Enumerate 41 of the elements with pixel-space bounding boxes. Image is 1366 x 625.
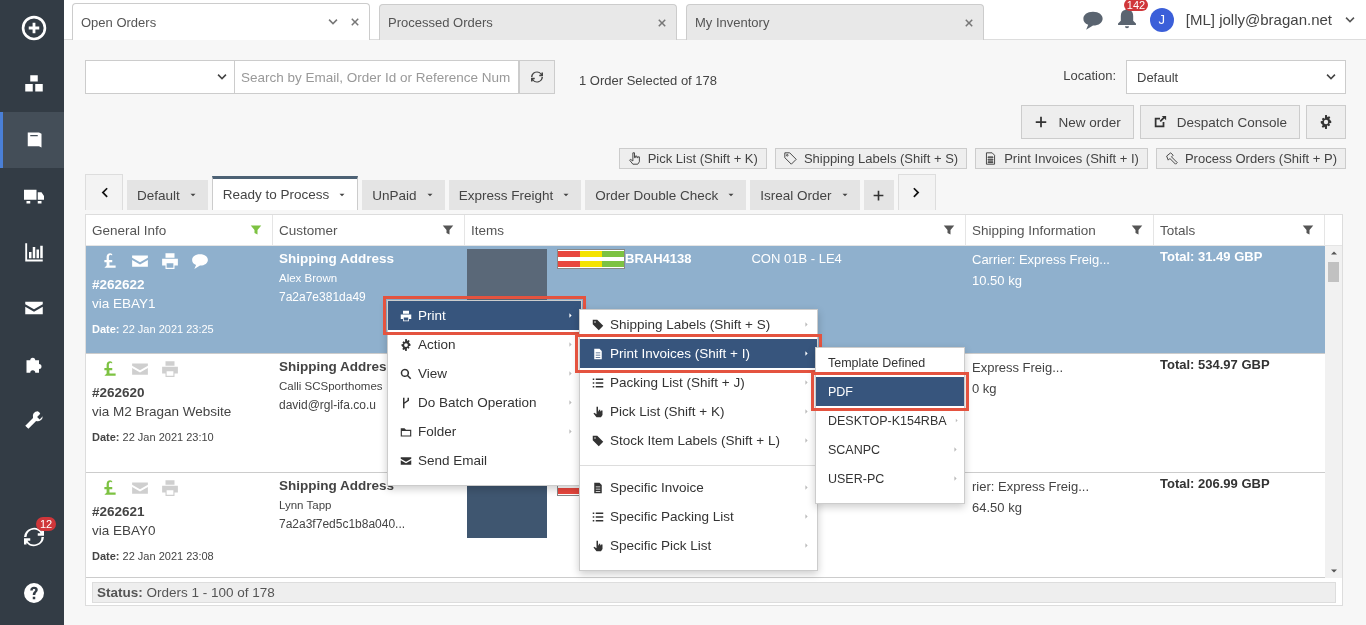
order-date: Date: 22 Jan 2021 23:08 bbox=[92, 550, 214, 562]
shipping-text: Express Freig... bbox=[972, 360, 1064, 375]
order-total: Total: 206.99 GBP bbox=[1160, 476, 1270, 491]
bin-location: CON 01B - LE4 bbox=[751, 251, 842, 266]
order-number: #262620 bbox=[92, 385, 145, 400]
order-number: #262622 bbox=[92, 277, 145, 292]
notification-badge: 142 bbox=[1123, 0, 1149, 11]
address-heading: Shipping Address bbox=[279, 251, 394, 266]
shipping-text: rier: Express Freig... bbox=[972, 479, 1090, 494]
order-date: Date: 22 Jan 2021 23:10 bbox=[92, 431, 214, 443]
customer-detail: david@rgl-ifa.co.u bbox=[279, 398, 376, 412]
customer-detail: 7a2a7e381da49 bbox=[279, 290, 366, 304]
column-label: Shipping Information bbox=[972, 222, 1096, 238]
tab-label: Processed Orders bbox=[388, 15, 494, 30]
shipping-text: 0 kg bbox=[972, 381, 997, 396]
shipping-text: 64.50 kg bbox=[972, 500, 1022, 515]
order-date: Date: 22 Jan 2021 23:25 bbox=[92, 323, 214, 335]
customer-detail: 7a2a3f7ed5c1b8a040... bbox=[279, 517, 406, 531]
customer-name: Lynn Tapp bbox=[279, 499, 332, 511]
selection-count: 1 Order Selected of 178 bbox=[579, 72, 718, 88]
channel-text: via M2 Bragan Website bbox=[92, 404, 232, 419]
shipping-text: 10.50 kg bbox=[972, 273, 1022, 288]
column-label: Customer bbox=[279, 222, 338, 238]
status-bar: Status: Orders 1 - 100 of 178 bbox=[92, 582, 1336, 603]
column-label: Totals bbox=[1160, 222, 1196, 238]
customer-name: Alex Brown bbox=[279, 272, 338, 284]
order-total: Total: 534.97 GBP bbox=[1160, 357, 1270, 372]
sku-text: BRAH4138 bbox=[625, 251, 692, 266]
address-heading: Shipping Addres bbox=[279, 359, 387, 374]
tab-label: Open Orders bbox=[81, 14, 158, 30]
tab-label: My Inventory bbox=[695, 15, 771, 30]
channel-text: via EBAY1 bbox=[92, 296, 156, 311]
customer-name: Calli SCSporthomes bbox=[279, 380, 383, 392]
column-label: General Info bbox=[92, 222, 167, 238]
count-badge: 12 bbox=[36, 517, 57, 531]
order-number: #262621 bbox=[92, 504, 145, 519]
order-total: Total: 31.49 GBP bbox=[1160, 249, 1263, 264]
column-label: Items bbox=[471, 222, 504, 238]
shipping-text: Carrier: Express Freig... bbox=[972, 252, 1110, 267]
channel-text: via EBAY0 bbox=[92, 523, 156, 538]
location-label: Location: bbox=[1063, 67, 1116, 83]
